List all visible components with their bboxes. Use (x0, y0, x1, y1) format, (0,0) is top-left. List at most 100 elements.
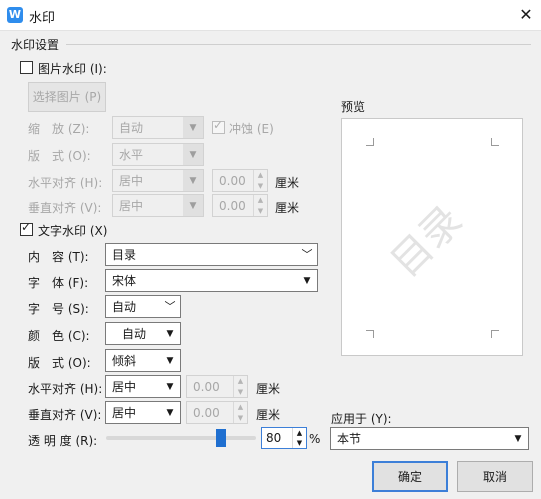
spin-up-icon[interactable]: ▲ (234, 402, 247, 412)
ok-button[interactable]: 确定 (372, 461, 448, 492)
section-title: 水印设置 (11, 38, 60, 52)
font-select[interactable]: 宋体 ▼ (105, 269, 318, 292)
font-value: 宋体 (112, 274, 137, 288)
picture-h-unit: 厘米 (275, 176, 300, 190)
washout-checkbox[interactable] (212, 119, 225, 134)
text-v-align-value: 居中 (112, 406, 137, 420)
spinner[interactable]: ▲ ▼ (253, 195, 267, 216)
title-bar: W 水印 ✕ (0, 0, 541, 31)
text-h-align-select[interactable]: 居中 ▼ (105, 375, 181, 398)
transparency-stepper[interactable]: 80 ▲ ▼ (261, 427, 307, 449)
text-layout-value: 倾斜 (112, 354, 137, 368)
margin-corner-mark (366, 138, 374, 146)
content-value: 目录 (112, 248, 137, 262)
transparency-slider-track[interactable] (106, 436, 256, 440)
chevron-down-icon: ▼ (183, 117, 203, 138)
cancel-button[interactable]: 取消 (457, 461, 533, 492)
spin-down-icon[interactable]: ▼ (293, 438, 306, 448)
margin-corner-mark (491, 138, 499, 146)
wps-app-icon: W (7, 7, 23, 23)
text-v-align-label: 垂直对齐 (V): (28, 408, 102, 422)
picture-v-offset-stepper[interactable]: 0.00 ▲ ▼ (212, 194, 268, 217)
chevron-down-icon[interactable]: ▼ (160, 350, 180, 371)
spin-down-icon[interactable]: ▼ (234, 387, 247, 397)
text-watermark-label: 文字水印 (X) (38, 224, 108, 238)
spin-down-icon[interactable]: ▼ (254, 206, 267, 216)
chevron-down-icon[interactable]: ▼ (160, 376, 180, 397)
picture-layout-value: 水平 (119, 148, 144, 162)
spinner[interactable]: ▲ ▼ (233, 402, 247, 423)
chevron-down-icon: ▼ (183, 195, 203, 216)
size-select[interactable]: 自动 ﹀ (105, 295, 181, 318)
text-h-unit: 厘米 (256, 382, 281, 396)
preview-label: 预览 (341, 100, 366, 114)
picture-h-align-label: 水平对齐 (H): (28, 176, 103, 190)
color-picker[interactable]: 自动 ▼ (105, 322, 181, 345)
scale-value: 自动 (119, 121, 144, 135)
picture-v-align-select[interactable]: 居中 ▼ (112, 194, 204, 217)
size-value: 自动 (112, 300, 137, 314)
picture-h-align-select[interactable]: 居中 ▼ (112, 169, 204, 192)
select-picture-button[interactable]: 选择图片 (P) (28, 82, 106, 112)
picture-layout-label: 版 式 (O): (28, 149, 91, 163)
spin-down-icon[interactable]: ▼ (254, 181, 267, 191)
spinner[interactable]: ▲ ▼ (253, 170, 267, 191)
transparency-value: 80 (266, 431, 282, 445)
spin-up-icon[interactable]: ▲ (254, 170, 267, 180)
transparency-slider-thumb[interactable] (216, 429, 226, 447)
text-h-align-label: 水平对齐 (H): (28, 382, 103, 396)
text-v-unit: 厘米 (256, 408, 281, 422)
picture-h-align-value: 居中 (119, 174, 144, 188)
transparency-label: 透 明 度 (R): (28, 434, 98, 448)
scale-select[interactable]: 自动 ▼ (112, 116, 204, 139)
size-label: 字 号 (S): (28, 302, 89, 316)
picture-layout-select[interactable]: 水平 ▼ (112, 143, 204, 166)
spin-up-icon[interactable]: ▲ (234, 376, 247, 386)
color-value: 自动 (122, 327, 147, 341)
text-v-align-select[interactable]: 居中 ▼ (105, 401, 181, 424)
apply-to-value: 本节 (337, 432, 362, 446)
window-title: 水印 (29, 11, 56, 26)
chevron-down-icon[interactable]: ▼ (297, 270, 317, 291)
picture-watermark-checkbox[interactable] (20, 61, 33, 74)
text-watermark-checkbox[interactable] (20, 221, 33, 236)
chevron-down-icon[interactable]: ﹀ (297, 244, 317, 265)
spinner[interactable]: ▲ ▼ (233, 376, 247, 397)
apply-to-label: 应用于 (Y): (331, 412, 392, 426)
apply-to-select[interactable]: 本节 ▼ (330, 427, 529, 450)
scale-label: 缩 放 (Z): (28, 122, 90, 136)
spin-up-icon[interactable]: ▲ (254, 195, 267, 205)
margin-corner-mark (491, 330, 499, 338)
text-layout-label: 版 式 (O): (28, 356, 91, 370)
picture-v-offset-value: 0.00 (219, 199, 246, 213)
chevron-down-icon[interactable]: ﹀ (160, 296, 180, 317)
picture-v-unit: 厘米 (275, 201, 300, 215)
close-icon[interactable]: ✕ (515, 4, 537, 26)
text-layout-select[interactable]: 倾斜 ▼ (105, 349, 181, 372)
spin-up-icon[interactable]: ▲ (293, 428, 306, 438)
chevron-down-icon[interactable]: ▼ (160, 323, 180, 344)
content-combobox[interactable]: 目录 ﹀ (105, 243, 318, 266)
washout-label: 冲蚀 (E) (229, 122, 274, 136)
spinner[interactable]: ▲ ▼ (292, 428, 306, 448)
chevron-down-icon: ▼ (183, 144, 203, 165)
spin-down-icon[interactable]: ▼ (234, 413, 247, 423)
chevron-down-icon: ▼ (183, 170, 203, 191)
picture-v-align-value: 居中 (119, 199, 144, 213)
text-h-offset-stepper[interactable]: 0.00 ▲ ▼ (186, 375, 248, 398)
margin-corner-mark (366, 330, 374, 338)
picture-watermark-label: 图片水印 (I): (38, 62, 107, 76)
text-v-offset-value: 0.00 (193, 406, 220, 420)
chevron-down-icon[interactable]: ▼ (508, 428, 528, 449)
picture-h-offset-stepper[interactable]: 0.00 ▲ ▼ (212, 169, 268, 192)
text-v-offset-stepper[interactable]: 0.00 ▲ ▼ (186, 401, 248, 424)
content-label: 内 容 (T): (28, 250, 89, 264)
picture-h-offset-value: 0.00 (219, 174, 246, 188)
transparency-unit: % (309, 432, 321, 446)
chevron-down-icon[interactable]: ▼ (160, 402, 180, 423)
text-h-offset-value: 0.00 (193, 380, 220, 394)
text-h-align-value: 居中 (112, 380, 137, 394)
color-label: 颜 色 (C): (28, 329, 90, 343)
section-divider (66, 44, 531, 45)
font-label: 字 体 (F): (28, 276, 89, 290)
